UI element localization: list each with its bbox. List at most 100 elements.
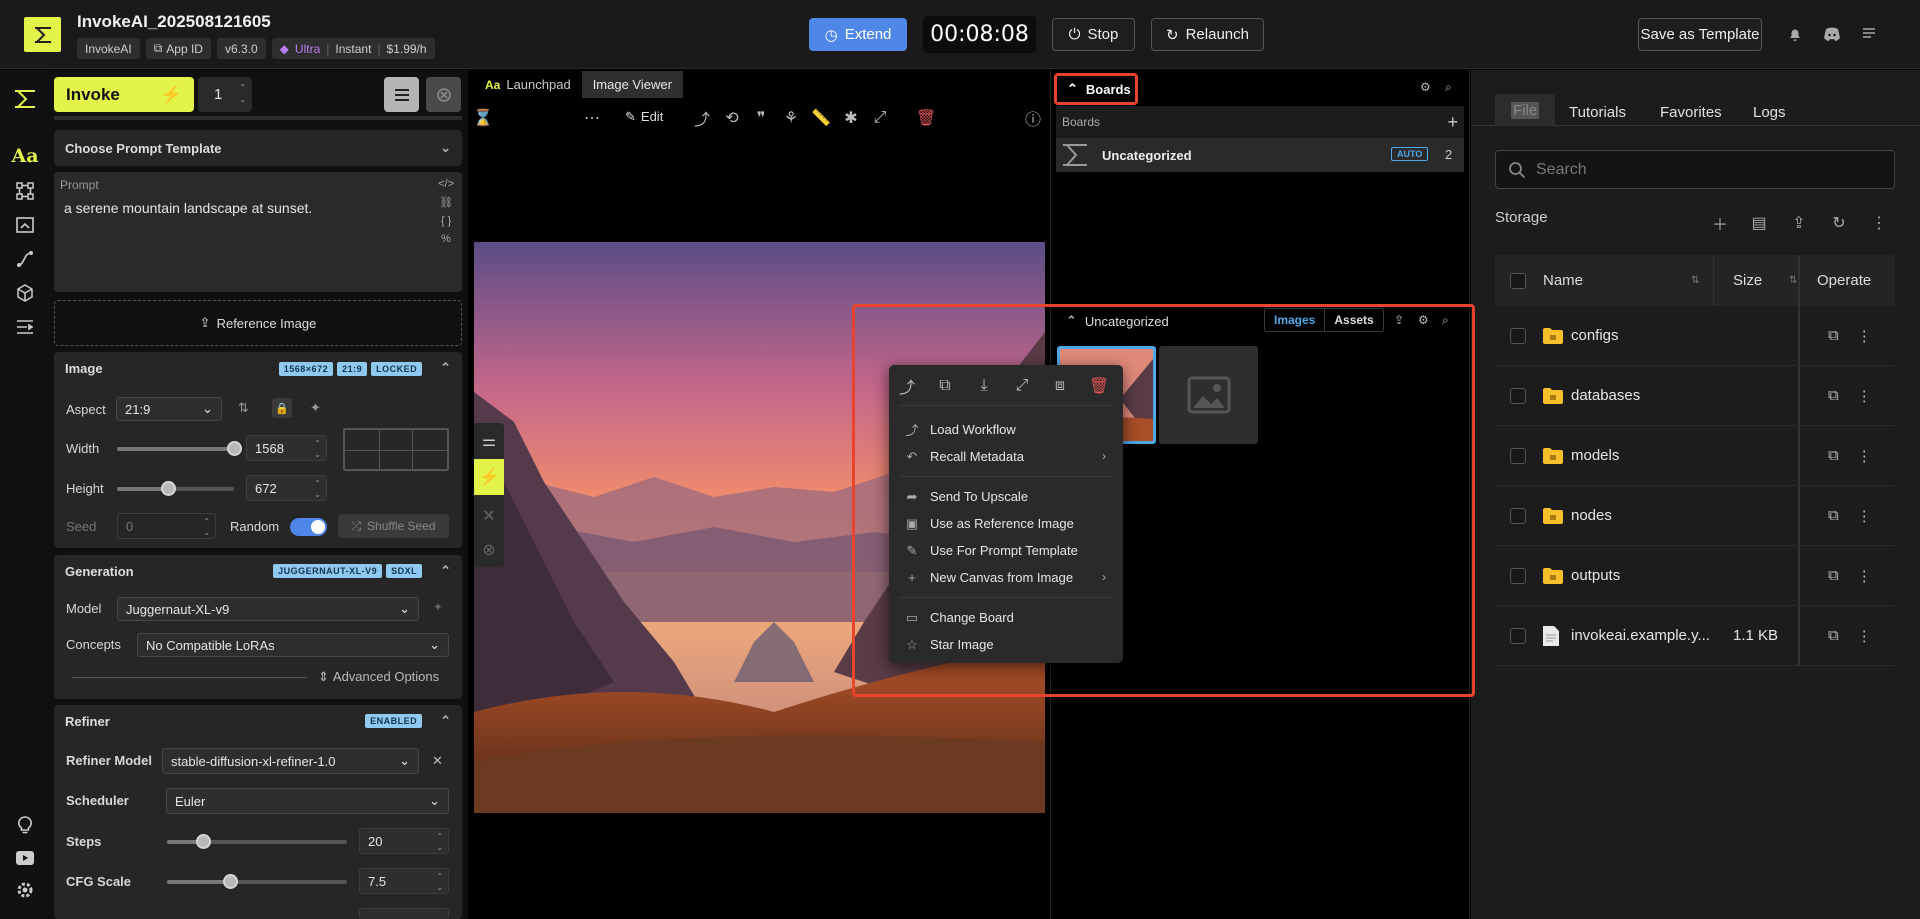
concepts-select[interactable]: No Compatible LoRAs ⌄ bbox=[137, 633, 449, 657]
settings-icon[interactable] bbox=[14, 879, 36, 901]
cancel-queue-button[interactable] bbox=[426, 77, 461, 112]
tab-favorites[interactable]: Favorites bbox=[1660, 99, 1722, 125]
file-row[interactable]: models ⧉ ⋮ bbox=[1495, 426, 1895, 486]
gallery-thumbnail-placeholder[interactable] bbox=[1159, 346, 1258, 444]
discord-icon[interactable] bbox=[1823, 26, 1841, 42]
bell-icon[interactable] bbox=[1787, 26, 1803, 42]
menu-new-canvas-from-image[interactable]: + New Canvas from Image › bbox=[889, 565, 1123, 590]
width-slider-knob[interactable] bbox=[227, 441, 242, 456]
save-as-template-button[interactable]: Save as Template bbox=[1638, 18, 1762, 51]
more-vertical-icon[interactable]: ⋮ bbox=[1857, 447, 1872, 465]
model-settings-icon[interactable]: ✦ bbox=[433, 600, 443, 614]
row-checkbox[interactable] bbox=[1510, 567, 1526, 584]
copy-icon[interactable]: ⧉ bbox=[1828, 387, 1839, 404]
file-row[interactable]: nodes ⧉ ⋮ bbox=[1495, 486, 1895, 546]
menu-load-workflow[interactable]: ⤴ Load Workflow bbox=[889, 417, 1123, 442]
width-input[interactable]: 1568 ⌃ ⌄ bbox=[246, 435, 327, 461]
steps-slider-knob[interactable] bbox=[196, 834, 211, 849]
advanced-options-toggle[interactable]: ⇕ Advanced Options bbox=[318, 669, 439, 685]
board-uncategorized[interactable]: Uncategorized AUTO 2 bbox=[1056, 138, 1464, 172]
shuffle-seed-button[interactable]: ⤮ Shuffle Seed bbox=[338, 514, 449, 538]
menu-star-image[interactable]: ☆ Star Image bbox=[889, 632, 1123, 657]
close-icon[interactable]: ✕ bbox=[474, 501, 504, 531]
reference-image-dropzone[interactable]: ⇪ Reference Image bbox=[54, 300, 462, 346]
size-column-header[interactable]: Size bbox=[1733, 272, 1762, 289]
chevron-up-icon[interactable]: ⌃ bbox=[440, 713, 451, 729]
swap-dimensions-icon[interactable]: ⇅ bbox=[238, 400, 249, 416]
youtube-icon[interactable] bbox=[14, 847, 36, 869]
file-name[interactable]: outputs bbox=[1571, 567, 1620, 584]
steps-slider[interactable] bbox=[167, 834, 347, 849]
name-column-header[interactable]: Name bbox=[1543, 272, 1583, 289]
lightning-icon[interactable]: ⚡ bbox=[474, 459, 504, 495]
steps-input[interactable]: 20 ⌃ ⌄ bbox=[359, 828, 449, 854]
more-vertical-icon[interactable]: ⋮ bbox=[1868, 212, 1890, 234]
archive-icon[interactable]: ▤ bbox=[1748, 212, 1770, 234]
row-checkbox[interactable] bbox=[1510, 507, 1526, 524]
file-name[interactable]: databases bbox=[1571, 387, 1640, 404]
invoke-logo-icon[interactable] bbox=[14, 88, 36, 110]
relaunch-button[interactable]: ↻ Relaunch bbox=[1151, 18, 1264, 51]
chevron-up-icon[interactable]: ⌃ bbox=[440, 563, 451, 579]
cfg-slider-knob[interactable] bbox=[223, 874, 238, 889]
file-name[interactable]: models bbox=[1571, 447, 1619, 464]
seed-input[interactable]: 0 ⌃ ⌄ bbox=[117, 513, 216, 539]
menu-use-for-prompt-template[interactable]: ✎ Use For Prompt Template bbox=[889, 538, 1123, 563]
stop-button[interactable]: ⏻ Stop bbox=[1052, 18, 1135, 51]
row-checkbox[interactable] bbox=[1510, 327, 1526, 344]
recall-icon[interactable]: ⟲ bbox=[723, 109, 741, 127]
file-name[interactable]: invokeai.example.y... bbox=[1571, 627, 1710, 644]
workflow-nodes-icon[interactable] bbox=[14, 180, 36, 202]
add-icon[interactable]: ＋ bbox=[1709, 212, 1731, 234]
aspect-select[interactable]: 21:9 ⌄ bbox=[116, 397, 222, 421]
copy-icon[interactable]: ⧉ bbox=[1828, 327, 1839, 344]
app-id-chip[interactable]: ⧉ App ID bbox=[145, 38, 211, 59]
file-row[interactable]: outputs ⧉ ⋮ bbox=[1495, 546, 1895, 606]
search-icon[interactable]: ⌕ bbox=[1445, 80, 1452, 95]
row-checkbox[interactable] bbox=[1510, 447, 1526, 464]
more-vertical-icon[interactable]: ⋮ bbox=[1857, 627, 1872, 645]
cfg-scale-input[interactable]: 7.5 ⌃ ⌄ bbox=[359, 868, 449, 894]
refresh-icon[interactable]: ↻ bbox=[1828, 212, 1850, 234]
sort-icon[interactable]: ⇅ bbox=[1789, 275, 1797, 286]
tab-launchpad[interactable]: Aa Launchpad bbox=[474, 71, 582, 98]
ruler-icon[interactable]: 📏 bbox=[811, 109, 831, 127]
copy-icon[interactable]: ⧉ bbox=[1828, 627, 1839, 644]
add-board-icon[interactable]: + bbox=[1447, 112, 1458, 133]
braces-icon[interactable]: { } bbox=[441, 215, 451, 227]
copy-icon[interactable]: ⧉ bbox=[934, 375, 956, 397]
tab-image-viewer[interactable]: Image Viewer bbox=[581, 71, 683, 98]
stepper-arrows[interactable]: ⌃ ⌄ bbox=[239, 82, 246, 106]
gear-icon[interactable]: ⚙ bbox=[1420, 80, 1431, 94]
sort-icon[interactable]: ⇅ bbox=[1691, 275, 1699, 286]
upload-icon[interactable]: ⇪ bbox=[1788, 212, 1810, 234]
list-icon[interactable] bbox=[1861, 26, 1877, 42]
chevron-up-icon[interactable]: ⌃ bbox=[1066, 313, 1077, 329]
extend-button[interactable]: ◷ Extend bbox=[809, 18, 907, 51]
width-slider[interactable] bbox=[117, 441, 242, 456]
menu-change-board[interactable]: ▭ Change Board bbox=[889, 605, 1123, 630]
more-vertical-icon[interactable]: ⋮ bbox=[1857, 387, 1872, 405]
more-vertical-icon[interactable]: ⋮ bbox=[1857, 327, 1872, 345]
tab-file[interactable]: File bbox=[1495, 94, 1556, 126]
refiner-section-header[interactable]: Refiner ENABLED ⌃ bbox=[54, 705, 462, 737]
height-input[interactable]: 672 ⌃ ⌄ bbox=[246, 475, 327, 501]
asterisk-icon[interactable]: ✱ bbox=[842, 109, 860, 127]
select-all-checkbox[interactable] bbox=[1510, 272, 1526, 289]
compare-icon[interactable]: ⧈ bbox=[1049, 375, 1071, 397]
download-icon[interactable]: ⤓ bbox=[973, 375, 995, 397]
more-vertical-icon[interactable]: ⋮ bbox=[1857, 567, 1872, 585]
model-select[interactable]: Juggernaut-XL-v9 ⌄ bbox=[117, 597, 419, 621]
file-name[interactable]: nodes bbox=[1571, 507, 1612, 524]
file-row[interactable]: databases ⧉ ⋮ bbox=[1495, 366, 1895, 426]
tab-logs[interactable]: Logs bbox=[1753, 99, 1786, 125]
prompt-box[interactable]: Prompt a serene mountain landscape at su… bbox=[54, 172, 462, 292]
open-external-icon[interactable]: ⤴ bbox=[896, 375, 918, 397]
quantity-stepper[interactable]: 1 ⌃ ⌄ bbox=[198, 77, 252, 112]
more-vertical-icon[interactable]: ⋮ bbox=[1857, 507, 1872, 525]
cancel-icon[interactable]: ⊗ bbox=[474, 535, 504, 565]
link-icon[interactable]: ⛓ bbox=[439, 196, 453, 209]
tab-assets[interactable]: Assets bbox=[1325, 309, 1382, 331]
percent-icon[interactable]: % bbox=[441, 233, 451, 245]
upload-icon[interactable]: ⇪ bbox=[1394, 313, 1404, 327]
